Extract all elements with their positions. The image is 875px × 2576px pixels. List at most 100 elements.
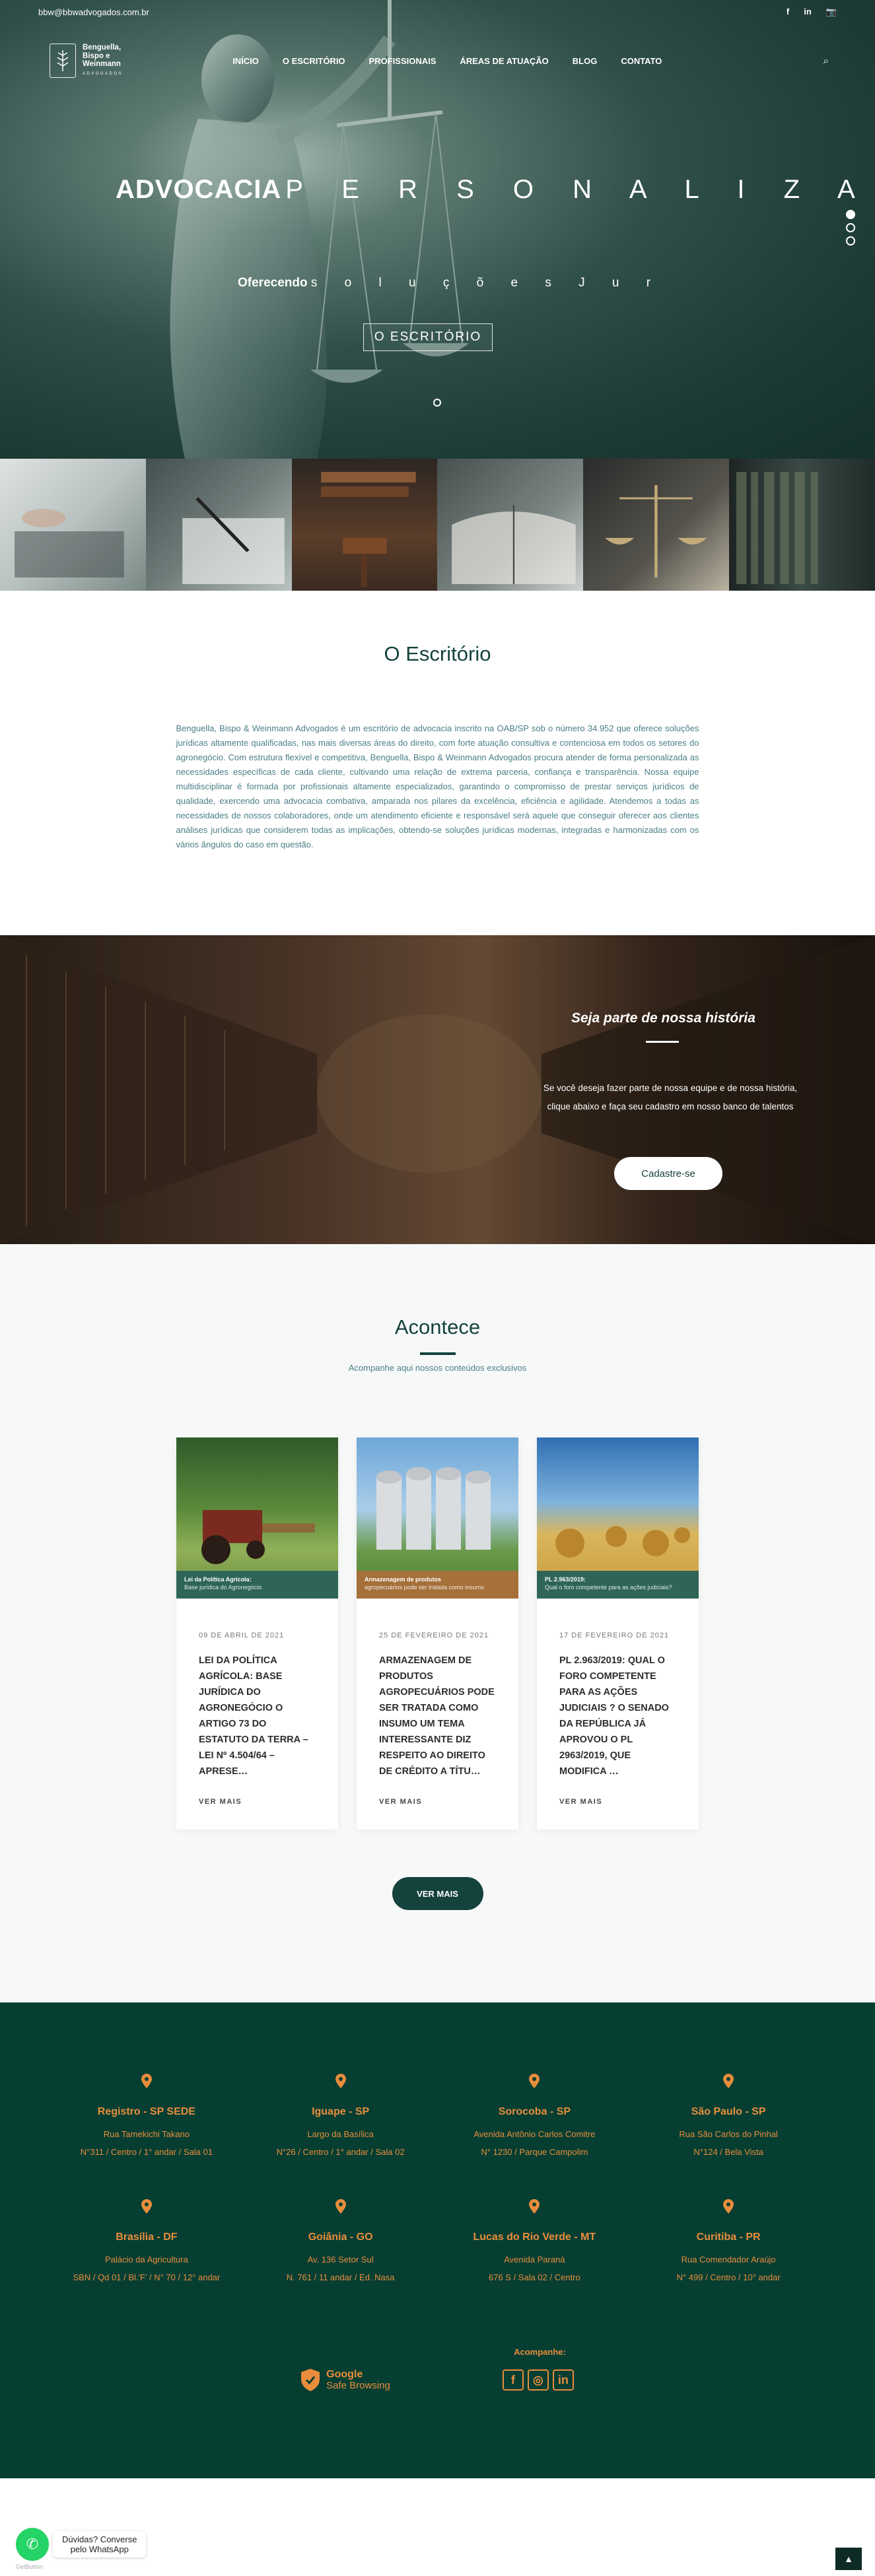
office-item: São Paulo - SP Rua São Carlos do Pinhal … <box>631 2074 825 2161</box>
office-item: Lucas do Rio Verde - MT Avenida Paraná 6… <box>438 2199 632 2286</box>
nav-contato[interactable]: CONTATO <box>621 56 662 66</box>
search-icon[interactable]: ⌕ <box>823 55 829 67</box>
blog-card-title[interactable]: ARMAZENAGEM DE PRODUTOS AGROPECUÁRIOS PO… <box>379 1653 496 1779</box>
linkedin-icon[interactable]: in <box>552 2369 574 2391</box>
logo-line-1: Benguella, <box>83 44 122 51</box>
office-address-line-2: N°26 / Centro / 1° andar / Sala 02 <box>276 2147 405 2157</box>
office-address-line-1: Largo da Basílica <box>307 2129 374 2139</box>
logo-line-3: Weinmann <box>83 60 121 68</box>
logo-wheat-icon <box>50 44 76 78</box>
blog-card-date: 25 DE FEVEREIRO DE 2021 <box>379 1632 489 1639</box>
office-address-line-2: N. 761 / 11 andar / Ed. Nasa <box>286 2272 395 2282</box>
office-address-line-1: Avenida Antônio Carlos Comitre <box>473 2129 596 2139</box>
blog-card-ver-mais-link[interactable]: VER MAIS <box>559 1798 676 1806</box>
office-name: Registro - SP SEDE <box>97 2106 195 2117</box>
hero-subtitle-animated: s o l u ç õ e s J u r <box>310 276 663 290</box>
blog-card-band-title: PL 2.963/2019: <box>545 1576 586 1583</box>
top-social-links: f in 📷 <box>787 7 837 17</box>
escritorio-title: O Escritório <box>384 642 491 665</box>
blog-card-image-hay-bales[interactable]: PL 2.963/2019: Qual o foro competente pa… <box>537 1437 699 1599</box>
blog-card-title[interactable]: LEI DA POLÍTICA AGRÍCOLA: BASE JURÍDICA … <box>199 1653 316 1779</box>
office-name: Iguape - SP <box>312 2106 370 2117</box>
office-name: Curitiba - PR <box>696 2231 761 2243</box>
office-name: Brasília - DF <box>116 2231 178 2243</box>
scroll-indicator-icon[interactable] <box>433 399 441 407</box>
acontece-divider <box>419 1352 456 1355</box>
instagram-icon[interactable]: ◎ <box>527 2369 549 2391</box>
office-address-line-2: SBN / Qd 01 / Bl.'F' / N° 70 / 12° andar <box>73 2272 221 2282</box>
gallery-image-signing <box>145 459 292 591</box>
blog-card-title[interactable]: PL 2.963/2019: QUAL O FORO COMPETENTE PA… <box>559 1653 676 1779</box>
logo-line-2: Bispo e <box>83 51 110 60</box>
hero-subtitle: Oferecendo s o l u ç õ e s J u r <box>238 276 662 290</box>
hero-subtitle-bold: Oferecendo <box>238 276 308 290</box>
nav-profissionais[interactable]: PROFISSIONAIS <box>369 56 437 66</box>
nav-inicio[interactable]: INÍCIO <box>232 56 259 66</box>
office-address-line-1: Palácio da Agricultura <box>105 2255 188 2264</box>
office-item: Iguape - SP Largo da Basílica N°26 / Cen… <box>244 2074 438 2161</box>
blog-card-band-title: Armazenagem de produtos <box>365 1576 442 1583</box>
blog-card-image-silos[interactable]: Armazenagem de produtos agropecuários po… <box>357 1437 518 1599</box>
acontece-section: Acontece Acompanhe aqui nossos conteúdos… <box>0 1244 875 2002</box>
map-pin-icon <box>529 2199 540 2214</box>
main-navbar: Benguella, Bispo e Weinmann ADVOGADOS IN… <box>0 36 875 86</box>
gallery-image-gavel <box>291 459 438 591</box>
map-pin-icon <box>141 2074 152 2088</box>
whatsapp-icon[interactable]: ✆ <box>16 2528 49 2561</box>
office-address-line-1: Av. 136 Setor Sul <box>307 2255 374 2264</box>
contact-email[interactable]: bbw@bbwadvogados.com.br <box>38 7 149 17</box>
map-pin-icon <box>335 2199 346 2214</box>
map-pin-icon <box>529 2074 540 2088</box>
office-address-line-2: 676 S / Sala 02 / Centro <box>488 2272 580 2282</box>
site-logo[interactable]: Benguella, Bispo e Weinmann ADVOGADOS <box>50 44 123 78</box>
office-item: Goiânia - GO Av. 136 Setor Sul N. 761 / … <box>244 2199 438 2286</box>
office-item: Brasília - DF Palácio da Agricultura SBN… <box>50 2199 244 2286</box>
escritorio-text: Benguella, Bispo & Weinmann Advogados é … <box>176 723 699 849</box>
blog-card[interactable]: Armazenagem de produtos agropecuários po… <box>357 1437 518 1830</box>
facebook-icon[interactable]: f <box>787 7 789 17</box>
ver-mais-button[interactable]: VER MAIS <box>392 1877 483 1910</box>
blog-card-band-subtitle: agropecuários pode ser tratada como insu… <box>365 1584 485 1591</box>
office-list: Registro - SP SEDE Rua Tamekichi Takano … <box>0 2074 875 2286</box>
gallery-image-laptop <box>0 459 146 591</box>
gsafe-line-1: Google <box>326 2369 363 2380</box>
join-us-section: Seja parte de nossa história Se você des… <box>0 935 875 1244</box>
nav-areas-de-atuacao[interactable]: ÁREAS DE ATUAÇÃO <box>460 56 548 66</box>
blog-card-ver-mais-link[interactable]: VER MAIS <box>199 1798 316 1806</box>
office-address-line-1: Avenida Paraná <box>504 2255 565 2264</box>
slider-dot-1[interactable] <box>846 210 855 219</box>
gallery-image-scales <box>583 459 730 591</box>
linkedin-icon[interactable]: in <box>804 7 812 17</box>
escritorio-section: O Escritório Benguella, Bispo & Weinmann… <box>0 591 875 935</box>
footer-social-links: f ◎ in <box>502 2369 574 2391</box>
map-pin-icon <box>723 2199 734 2214</box>
slider-dot-3[interactable] <box>846 236 855 246</box>
footer-bottom: Google Safe Browsing f ◎ in <box>0 2369 875 2391</box>
instagram-icon[interactable]: 📷 <box>826 7 837 17</box>
map-pin-icon <box>141 2199 152 2214</box>
office-address-line-2: N° 1230 / Parque Campolim <box>481 2147 588 2157</box>
blog-card[interactable]: PL 2.963/2019: Qual o foro competente pa… <box>537 1437 699 1830</box>
slider-dot-2[interactable] <box>846 223 855 232</box>
map-pin-icon <box>723 2074 734 2088</box>
blog-card-image-tractor[interactable]: Lei da Política Agrícola: Base jurídica … <box>176 1437 338 1599</box>
office-address-line-1: Rua São Carlos do Pinhal <box>679 2129 778 2139</box>
logo-subtitle: ADVOGADOS <box>83 71 123 76</box>
scroll-to-top-button[interactable]: ▲ <box>835 2548 862 2570</box>
facebook-icon[interactable]: f <box>502 2369 524 2391</box>
blog-card-ver-mais-link[interactable]: VER MAIS <box>379 1798 496 1806</box>
shield-icon <box>301 2369 320 2391</box>
photo-gallery <box>0 459 875 591</box>
google-safe-browsing-badge[interactable]: Google Safe Browsing <box>301 2369 390 2391</box>
whatsapp-bubble[interactable]: Dúvidas? Converse pelo WhatsApp <box>53 2531 147 2558</box>
nav-blog[interactable]: BLOG <box>573 56 598 66</box>
nav-escritorio[interactable]: O ESCRITÓRIO <box>283 56 345 66</box>
main-menu: INÍCIO O ESCRITÓRIO PROFISSIONAIS ÁREAS … <box>232 56 662 66</box>
office-address-line-2: N° 499 / Centro / 10° andar <box>676 2272 781 2282</box>
blog-card[interactable]: Lei da Política Agrícola: Base jurídica … <box>176 1437 338 1830</box>
acompanhe-label: Acompanhe: <box>514 2347 566 2357</box>
cadastre-se-button[interactable]: Cadastre-se <box>614 1157 722 1190</box>
office-address-line-2: N°124 / Bela Vista <box>693 2147 763 2157</box>
hero-escritorio-button[interactable]: O ESCRITÓRIO <box>363 323 493 351</box>
office-name: Goiânia - GO <box>308 2231 373 2243</box>
